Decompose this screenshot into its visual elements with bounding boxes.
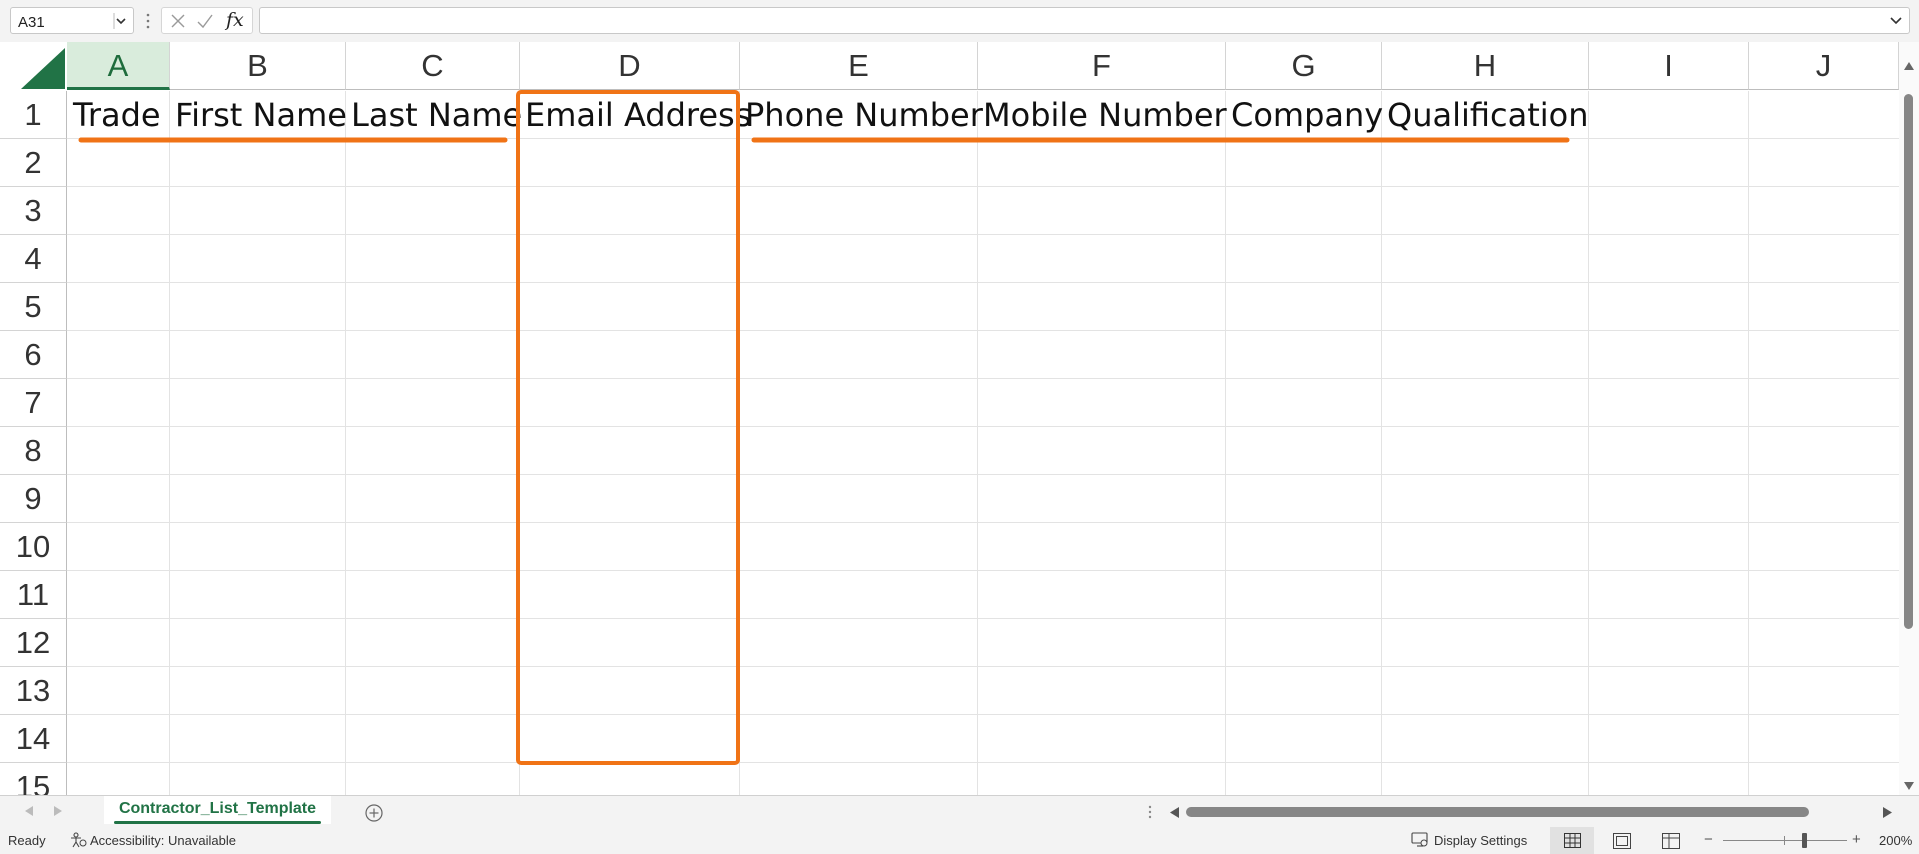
scroll-up-icon[interactable] bbox=[1904, 62, 1914, 70]
next-sheet-icon[interactable] bbox=[54, 806, 62, 816]
expand-formula-bar-icon[interactable] bbox=[1889, 13, 1903, 29]
scroll-right-icon[interactable] bbox=[1883, 807, 1892, 818]
previous-sheet-icon[interactable] bbox=[25, 806, 33, 816]
zoom-slider-thumb[interactable] bbox=[1802, 833, 1807, 848]
zoom-out-button[interactable]: − bbox=[1704, 831, 1713, 848]
plus-circle-icon[interactable] bbox=[364, 803, 384, 823]
scroll-left-icon[interactable] bbox=[1170, 807, 1179, 818]
zoom-slider-track[interactable] bbox=[1723, 840, 1847, 841]
close-icon[interactable] bbox=[170, 13, 186, 29]
formula-buttons: fx bbox=[161, 7, 253, 34]
sheet-tab-contractor-list-template[interactable]: Contractor_List_Template bbox=[104, 796, 331, 824]
display-settings-label[interactable]: Display Settings bbox=[1434, 833, 1527, 848]
status-bar: Ready Accessibility: Unavailable Display… bbox=[0, 827, 1919, 854]
status-accessibility[interactable]: Accessibility: Unavailable bbox=[90, 833, 236, 848]
annotation-box-email bbox=[516, 90, 740, 765]
sheet-tab-label: Contractor_List_Template bbox=[118, 800, 317, 817]
status-ready: Ready bbox=[8, 833, 46, 848]
formula-input[interactable] bbox=[259, 7, 1910, 34]
sheet-tab-bar: Contractor_List_Template bbox=[0, 795, 1919, 827]
vertical-scroll-thumb[interactable] bbox=[1904, 94, 1913, 629]
checkmark-icon[interactable] bbox=[196, 13, 214, 29]
name-box[interactable]: A31 bbox=[10, 7, 134, 34]
scroll-down-icon[interactable] bbox=[1904, 782, 1914, 790]
page-break-icon[interactable] bbox=[1662, 833, 1680, 849]
formula-bar: A31 fx bbox=[0, 0, 1919, 42]
horizontal-scroll-thumb[interactable] bbox=[1186, 807, 1809, 817]
fx-icon[interactable]: fx bbox=[226, 9, 244, 31]
display-settings-icon[interactable] bbox=[1411, 832, 1429, 848]
accessibility-icon[interactable] bbox=[70, 832, 87, 848]
grid-view-icon bbox=[1564, 833, 1581, 848]
annotation-overlay bbox=[78, 90, 1570, 765]
more-options-icon[interactable] bbox=[146, 13, 150, 29]
worksheet-grid[interactable]: A B C D E F G H I J 1 2 3 4 5 6 7 8 9 10… bbox=[0, 42, 1919, 795]
zoom-slider-center-tick bbox=[1784, 836, 1785, 845]
vertical-scrollbar[interactable] bbox=[1899, 42, 1919, 795]
zoom-level[interactable]: 200% bbox=[1879, 833, 1912, 848]
chevron-down-icon[interactable] bbox=[113, 12, 127, 30]
page-layout-icon[interactable] bbox=[1613, 833, 1631, 849]
zoom-in-button[interactable]: + bbox=[1852, 831, 1861, 848]
active-tab-indicator bbox=[114, 821, 321, 824]
tab-split-handle-icon[interactable] bbox=[1148, 805, 1152, 819]
normal-view-button[interactable] bbox=[1550, 827, 1594, 854]
name-box-value: A31 bbox=[18, 14, 45, 31]
